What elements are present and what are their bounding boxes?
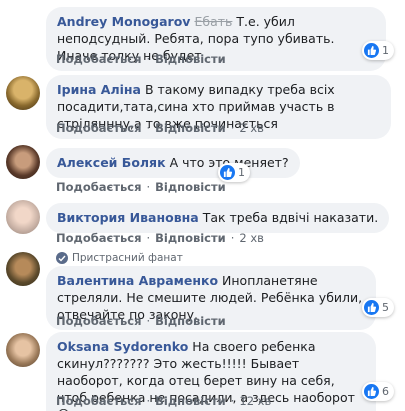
comment-time[interactable]: 2 хв [239, 121, 264, 135]
comment-actions: Подобається · Відповісти · 2 хв [56, 231, 264, 245]
comment-actions: Подобається · Відповісти [56, 314, 226, 328]
reaction-number: 5 [382, 301, 389, 314]
comment-bubble: Алексей Боляк А что это меняет? [46, 148, 300, 178]
reply-link[interactable]: Відповісти [155, 52, 226, 66]
like-link[interactable]: Подобається [56, 180, 141, 194]
comment-actions: Подобається · Відповісти [56, 180, 226, 194]
comment-text: Так треба вдвічі наказати. [202, 210, 379, 225]
like-link[interactable]: Подобається [56, 231, 141, 245]
comment-author-extra: Ебать [194, 14, 233, 29]
avatar[interactable] [6, 145, 40, 179]
comment-time[interactable]: 12 хв [239, 394, 271, 408]
like-link[interactable]: Подобається [56, 394, 141, 408]
like-link[interactable]: Подобається [56, 314, 141, 328]
avatar[interactable] [6, 76, 40, 110]
reaction-number: 1 [382, 44, 389, 57]
avatar[interactable] [6, 252, 40, 286]
comment-actions: Подобається · Відповісти · 2 хв [56, 121, 264, 135]
avatar[interactable] [6, 200, 40, 234]
fan-badge: Пристрасний фанат [56, 252, 183, 264]
reply-link[interactable]: Відповісти [155, 121, 226, 135]
reaction-count[interactable]: 6 [362, 382, 394, 401]
reply-link[interactable]: Відповісти [155, 180, 226, 194]
reply-link[interactable]: Відповісти [155, 314, 226, 328]
fan-badge-label: Пристрасний фанат [72, 252, 183, 264]
reaction-number: 1 [238, 166, 245, 179]
like-icon [364, 384, 379, 399]
comment-author[interactable]: Oksana Sydorenko [57, 339, 188, 354]
reply-link[interactable]: Відповісти [155, 394, 226, 408]
comment-author[interactable]: Виктория Ивановна [57, 210, 199, 225]
comment-actions: Подобається · Відповісти [56, 52, 226, 66]
reaction-count[interactable]: 5 [362, 298, 394, 317]
like-icon [364, 300, 379, 315]
reaction-count[interactable]: 1 [362, 41, 394, 60]
comment-author[interactable]: Ірина Аліна [57, 82, 141, 97]
comment-bubble: Виктория Ивановна Так треба вдвічі наказа… [46, 203, 390, 233]
reply-link[interactable]: Відповісти [155, 231, 226, 245]
comment-actions: Подобається · Відповісти · 12 хв [56, 394, 272, 408]
like-icon [220, 165, 235, 180]
like-link[interactable]: Подобається [56, 52, 141, 66]
reaction-number: 6 [382, 385, 389, 398]
comment-author[interactable]: Andrey Monogarov [57, 14, 190, 29]
avatar[interactable] [6, 333, 40, 367]
comment-author[interactable]: Валентина Авраменко [57, 273, 218, 288]
like-link[interactable]: Подобається [56, 121, 141, 135]
like-icon [364, 43, 379, 58]
comment-time[interactable]: 2 хв [239, 231, 264, 245]
fan-badge-icon [56, 252, 68, 264]
comment-author[interactable]: Алексей Боляк [57, 155, 166, 170]
